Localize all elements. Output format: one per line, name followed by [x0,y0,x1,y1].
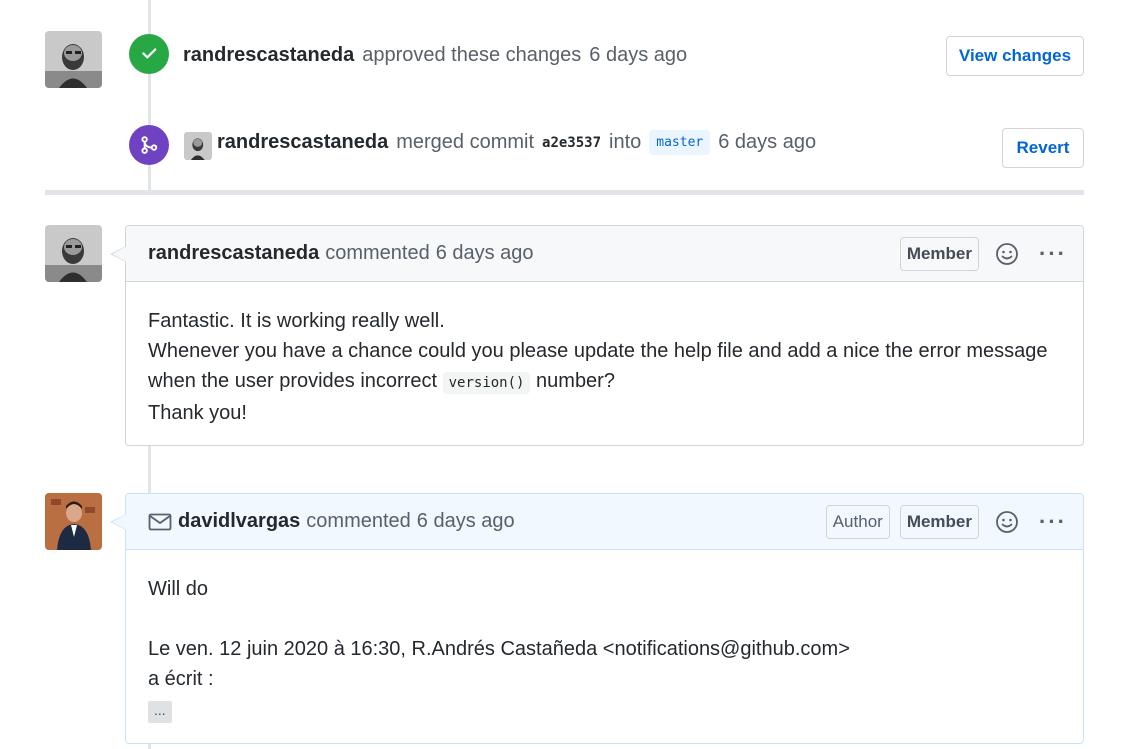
member-label: Member [899,504,979,539]
comment-action: commented [306,510,411,532]
comment-text-line: a écrit : [148,668,214,690]
comment-pointer-fill [112,514,127,530]
timeline-line [148,744,151,749]
member-label: Member [899,236,979,271]
kebab-horizontal-icon[interactable]: ··· [1035,505,1071,539]
timeline-separator [45,190,1084,195]
comment-text: number? [536,370,615,392]
avatar-small-randrescastaneda[interactable] [184,132,212,160]
approved-event-text: randrescastaneda approved these changes … [183,44,687,67]
event-time[interactable]: 6 days ago [718,131,816,154]
branch-tag[interactable]: master [649,130,711,155]
avatar-randrescastaneda[interactable] [45,225,102,282]
comment-header: randrescastaneda commented 6 days ago Me… [126,226,1083,282]
comment-text-line: Whenever you have a chance could you ple… [148,340,1048,362]
comment-author-link[interactable]: davidlvargas [178,510,300,533]
inline-code: version() [442,372,531,394]
commit-sha-link[interactable]: a2e3537 [542,135,601,151]
approved-check-badge [129,34,169,74]
comment-text-line: Fantastic. It is working really well. [148,310,445,332]
mail-icon [148,513,172,530]
merged-event-text: randrescastaneda merged commit a2e3537 i… [217,130,816,155]
reaction-button[interactable] [989,237,1025,271]
event-user-link[interactable]: randrescastaneda [183,44,354,67]
reaction-button[interactable] [989,505,1025,539]
event-user-link[interactable]: randrescastaneda [217,131,388,154]
expand-quoted-button[interactable]: ... [148,701,172,723]
comment-pointer-fill [112,246,127,262]
comment-author-link[interactable]: randrescastaneda [148,242,319,265]
timeline-line [148,446,151,494]
comment-text-line: Le ven. 12 juin 2020 à 16:30, R.Andrés C… [148,638,850,660]
comment-text-line: when the user provides incorrect version… [148,366,1061,398]
comment-card: randrescastaneda commented 6 days ago Me… [110,225,1084,448]
comment-time[interactable]: 6 days ago [436,242,534,265]
avatar-randrescastaneda[interactable] [45,31,102,88]
comment-body: Will do Le ven. 12 juin 2020 à 16:30, R.… [126,550,1083,744]
revert-button[interactable]: Revert [1002,128,1084,168]
comment-blank-line [148,604,1061,634]
event-action: approved these changes [362,44,582,66]
git-merge-icon [141,136,158,154]
kebab-horizontal-icon[interactable]: ··· [1035,237,1071,271]
merged-badge [129,125,169,165]
comment-body: Fantastic. It is working really well. Wh… [126,282,1083,448]
comment-text-line: Thank you! [148,402,247,424]
event-into: into [609,131,642,153]
comment-action: commented [325,242,430,264]
author-label: Author [825,504,890,539]
comment-text-line: Will do [148,578,209,600]
smiley-icon [996,510,1018,533]
event-time[interactable]: 6 days ago [589,44,687,67]
comment-time[interactable]: 6 days ago [417,510,515,533]
comment-text: when the user provides incorrect [148,370,438,392]
avatar-davidlvargas[interactable] [45,493,102,550]
view-changes-button[interactable]: View changes [946,36,1084,76]
event-action: merged commit [396,131,535,153]
smiley-icon [996,242,1018,265]
comment-card: davidlvargas commented 6 days ago Author… [110,493,1084,744]
check-icon [142,48,157,59]
comment-header: davidlvargas commented 6 days ago Author… [126,494,1083,550]
